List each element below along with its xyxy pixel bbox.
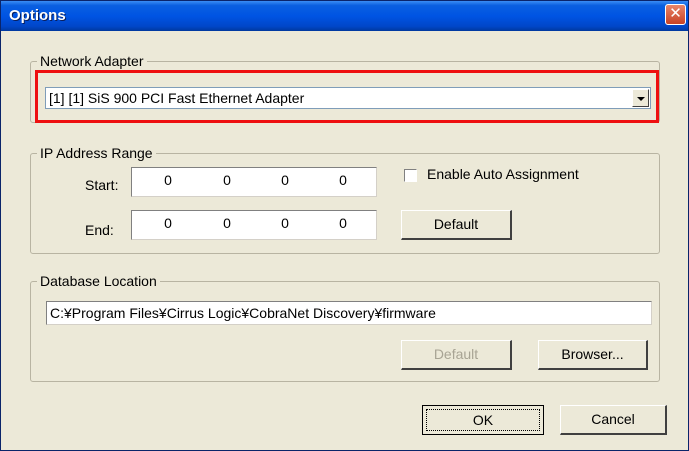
database-default-label: Default <box>433 346 479 362</box>
end-octet-1: 0 <box>164 215 172 231</box>
cancel-label: Cancel <box>591 411 635 427</box>
end-octet-3: 0 <box>281 215 289 231</box>
close-button[interactable]: ✕ <box>665 4 686 25</box>
database-default-button[interactable]: Default <box>401 340 512 370</box>
focus-rectangle <box>426 409 540 431</box>
start-octet-1: 0 <box>164 172 172 188</box>
ok-button[interactable]: OK <box>422 405 544 435</box>
database-location-legend: Database Location <box>37 273 160 289</box>
database-path-input[interactable]: C:¥Program Files¥Cirrus Logic¥CobraNet D… <box>46 301 652 325</box>
end-octet-4: 0 <box>339 215 347 231</box>
start-octet-2: 0 <box>223 172 231 188</box>
start-octet-3: 0 <box>281 172 289 188</box>
title-bar[interactable]: Options ✕ <box>1 1 688 31</box>
cancel-button[interactable]: Cancel <box>560 405 667 435</box>
start-label: Start: <box>85 177 119 193</box>
start-octet-4: 0 <box>339 172 347 188</box>
enable-auto-assignment-checkbox[interactable] <box>404 169 417 182</box>
ip-address-range-legend: IP Address Range <box>37 145 156 161</box>
dialog-title: Options <box>9 7 66 24</box>
red-highlight-box <box>35 70 659 123</box>
end-octet-2: 0 <box>223 215 231 231</box>
start-ip-field[interactable]: 0 0 0 0 <box>131 167 377 197</box>
close-icon: ✕ <box>669 5 682 22</box>
database-path-value: C:¥Program Files¥Cirrus Logic¥CobraNet D… <box>50 305 436 321</box>
ip-default-label: Default <box>433 216 479 232</box>
options-dialog: Options ✕ Network Adapter [1] [1] SiS 90… <box>0 0 689 451</box>
end-label: End: <box>85 222 114 238</box>
enable-auto-assignment-label[interactable]: Enable Auto Assignment <box>427 166 579 182</box>
browse-label: Browser... <box>561 346 624 362</box>
network-adapter-legend: Network Adapter <box>37 53 147 69</box>
browse-button[interactable]: Browser... <box>538 340 648 370</box>
ip-default-button[interactable]: Default <box>401 210 512 240</box>
end-ip-field[interactable]: 0 0 0 0 <box>131 210 377 240</box>
